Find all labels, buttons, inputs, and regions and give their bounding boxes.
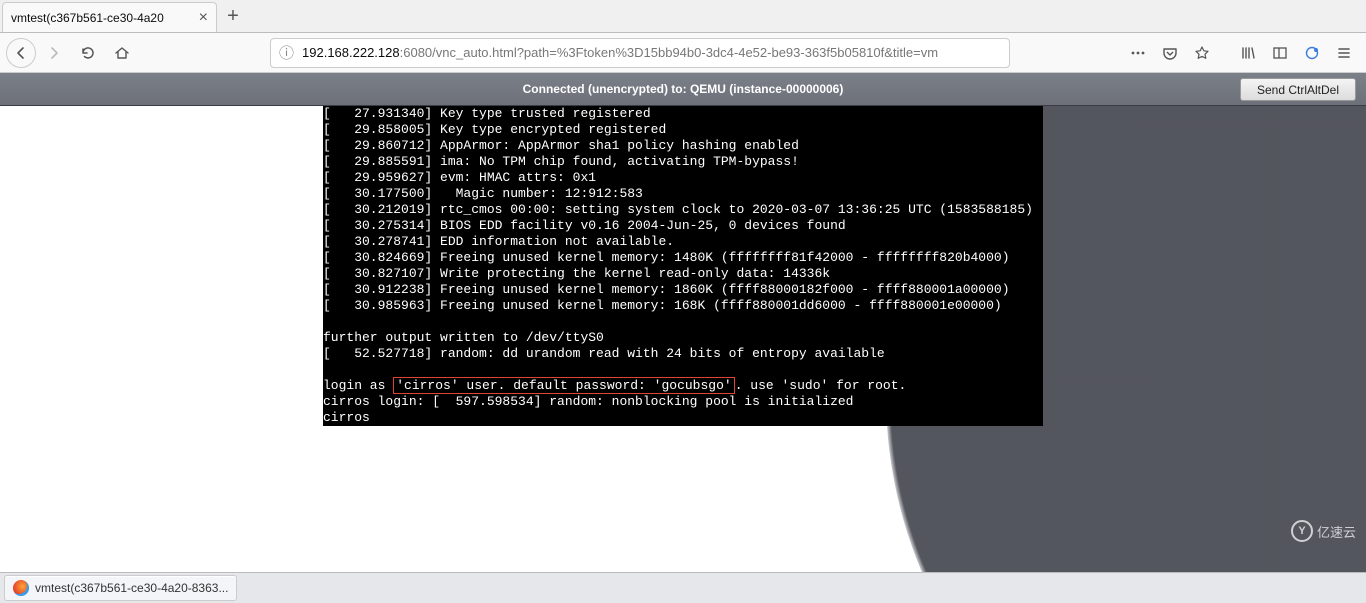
pocket-button[interactable] xyxy=(1154,37,1186,69)
sidebar-icon xyxy=(1272,45,1288,61)
content-area: [ 27.931340] Key type trusted registered… xyxy=(0,106,1366,572)
sidebar-button[interactable] xyxy=(1264,37,1296,69)
back-button[interactable] xyxy=(6,38,36,68)
send-ctrl-alt-del-button[interactable]: Send CtrlAltDel xyxy=(1240,78,1356,101)
terminal-line xyxy=(323,314,1043,330)
terminal-line: [ 30.275314] BIOS EDD facility v0.16 200… xyxy=(323,218,1043,234)
close-tab-icon[interactable]: × xyxy=(199,9,208,27)
home-icon xyxy=(114,45,130,61)
extension-button[interactable] xyxy=(1296,37,1328,69)
extension-icon xyxy=(1304,45,1320,61)
taskbar-window-item[interactable]: vmtest(c367b561-ce30-4a20-8363... xyxy=(4,575,237,601)
hamburger-icon xyxy=(1336,45,1352,61)
tab-title: vmtest(c367b561-ce30-4a20 xyxy=(11,11,193,25)
login-prefix: login as xyxy=(323,378,393,393)
terminal-line: [ 27.931340] Key type trusted registered xyxy=(323,106,1043,122)
terminal-line: [ 30.985963] Freeing unused kernel memor… xyxy=(323,298,1043,314)
firefox-icon xyxy=(13,580,29,596)
site-info-icon[interactable]: ⓘ xyxy=(279,42,294,63)
new-tab-button[interactable]: + xyxy=(217,0,249,32)
library-icon xyxy=(1240,45,1256,61)
forward-button xyxy=(38,37,70,69)
terminal-line: [ 30.827107] Write protecting the kernel… xyxy=(323,266,1043,282)
arrow-left-icon xyxy=(13,45,29,61)
arrow-right-icon xyxy=(46,45,62,61)
terminal-line: [ 30.824669] Freeing unused kernel memor… xyxy=(323,250,1043,266)
taskbar-item-title: vmtest(c367b561-ce30-4a20-8363... xyxy=(35,581,228,595)
home-button[interactable] xyxy=(106,37,138,69)
dots-icon xyxy=(1130,45,1146,61)
toolbar-right xyxy=(1232,37,1360,69)
watermark-badge: Y xyxy=(1291,520,1313,542)
vnc-status-bar: Connected (unencrypted) to: QEMU (instan… xyxy=(0,73,1366,106)
terminal-line: [ 30.177500] Magic number: 12:912:583 xyxy=(323,186,1043,202)
terminal-line xyxy=(323,362,1043,378)
reload-icon xyxy=(80,45,96,61)
terminal-line: [ 29.858005] Key type encrypted register… xyxy=(323,122,1043,138)
terminal-line: [ 29.860712] AppArmor: AppArmor sha1 pol… xyxy=(323,138,1043,154)
terminal-line: [ 30.912238] Freeing unused kernel memor… xyxy=(323,282,1043,298)
menu-button[interactable] xyxy=(1328,37,1360,69)
terminal-line: further output written to /dev/ttyS0 xyxy=(323,330,1043,346)
library-button[interactable] xyxy=(1232,37,1264,69)
terminal-line: [ 29.959627] evm: HMAC attrs: 0x1 xyxy=(323,170,1043,186)
terminal-line: [ 29.885591] ima: No TPM chip found, act… xyxy=(323,154,1043,170)
tab-strip: vmtest(c367b561-ce30-4a20 × + xyxy=(0,0,1366,33)
pocket-icon xyxy=(1162,45,1178,61)
nav-toolbar: ⓘ 192.168.222.128:6080/vnc_auto.html?pat… xyxy=(0,33,1366,73)
browser-tab[interactable]: vmtest(c367b561-ce30-4a20 × xyxy=(2,2,217,32)
terminal-line: [ 30.278741] EDD information not availab… xyxy=(323,234,1043,250)
terminal-line: [ 30.212019] rtc_cmos 00:00: setting sys… xyxy=(323,202,1043,218)
terminal-line: cirros xyxy=(323,410,1043,426)
vnc-status-text: Connected (unencrypted) to: QEMU (instan… xyxy=(523,82,844,96)
terminal-login-line: login as 'cirros' user. default password… xyxy=(323,378,1043,394)
login-suffix: . use 'sudo' for root. xyxy=(735,378,907,393)
url-bar[interactable]: ⓘ 192.168.222.128:6080/vnc_auto.html?pat… xyxy=(270,38,1010,68)
terminal-line: cirros login: [ 597.598534] random: nonb… xyxy=(323,394,1043,410)
watermark: Y 亿速云 xyxy=(1291,520,1356,542)
vnc-terminal[interactable]: [ 27.931340] Key type trusted registered… xyxy=(323,106,1043,426)
reload-button[interactable] xyxy=(72,37,104,69)
os-taskbar: vmtest(c367b561-ce30-4a20-8363... xyxy=(0,572,1366,603)
terminal-line: [ 52.527718] random: dd urandom read wit… xyxy=(323,346,1043,362)
bookmark-button[interactable] xyxy=(1186,37,1218,69)
url-text: 192.168.222.128:6080/vnc_auto.html?path=… xyxy=(302,45,1001,60)
star-icon xyxy=(1194,45,1210,61)
watermark-text: 亿速云 xyxy=(1317,522,1356,541)
page-actions-button[interactable] xyxy=(1122,37,1154,69)
login-credentials-highlight: 'cirros' user. default password: 'gocubs… xyxy=(393,377,734,394)
